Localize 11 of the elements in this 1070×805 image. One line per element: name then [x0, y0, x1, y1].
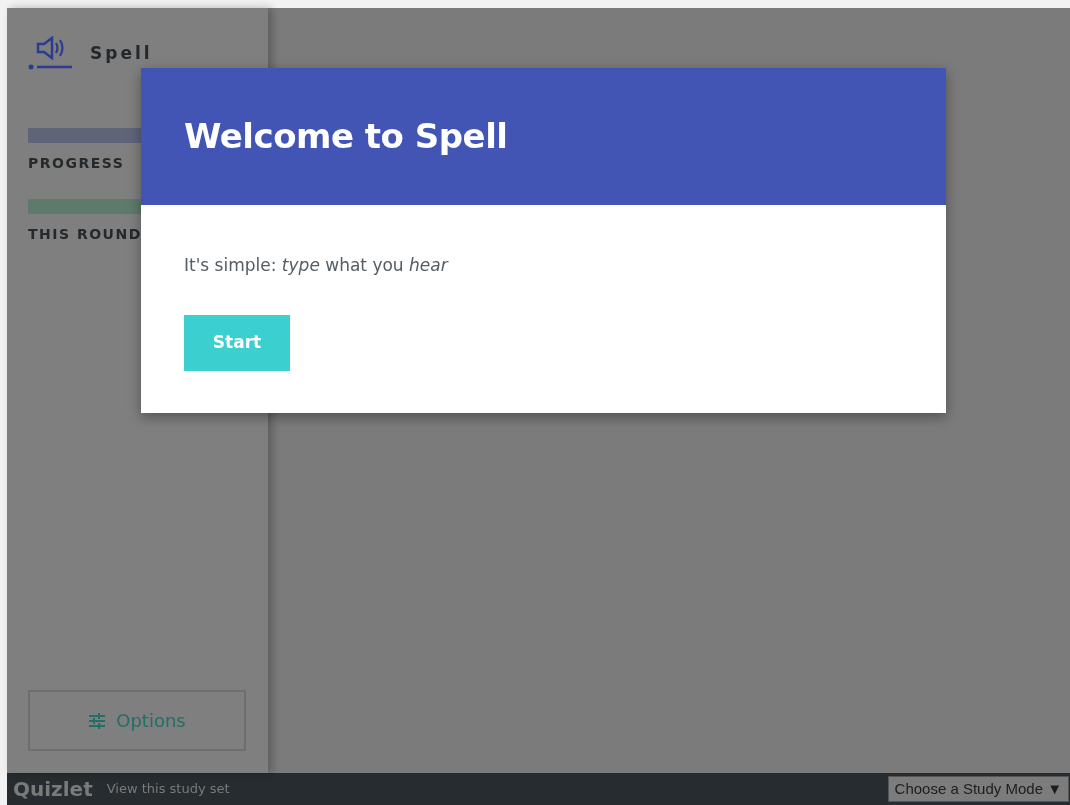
start-button[interactable]: Start — [184, 314, 290, 371]
sliders-icon — [88, 712, 107, 729]
study-set-link[interactable]: View this study set — [106, 779, 230, 799]
instruction-text: It's simple: type what you hear — [184, 254, 450, 277]
speaker-icon — [28, 36, 74, 72]
logo[interactable]: Quizlet — [13, 774, 93, 804]
study-mode-select[interactable]: Choose a Study Mode ▼ — [887, 775, 1069, 803]
meter-label: PROGRESS — [28, 154, 126, 173]
meter-label: THIS ROUND — [28, 225, 143, 244]
dialog-title: Welcome to Spell — [184, 116, 508, 157]
mode-title: Spell — [90, 42, 153, 66]
